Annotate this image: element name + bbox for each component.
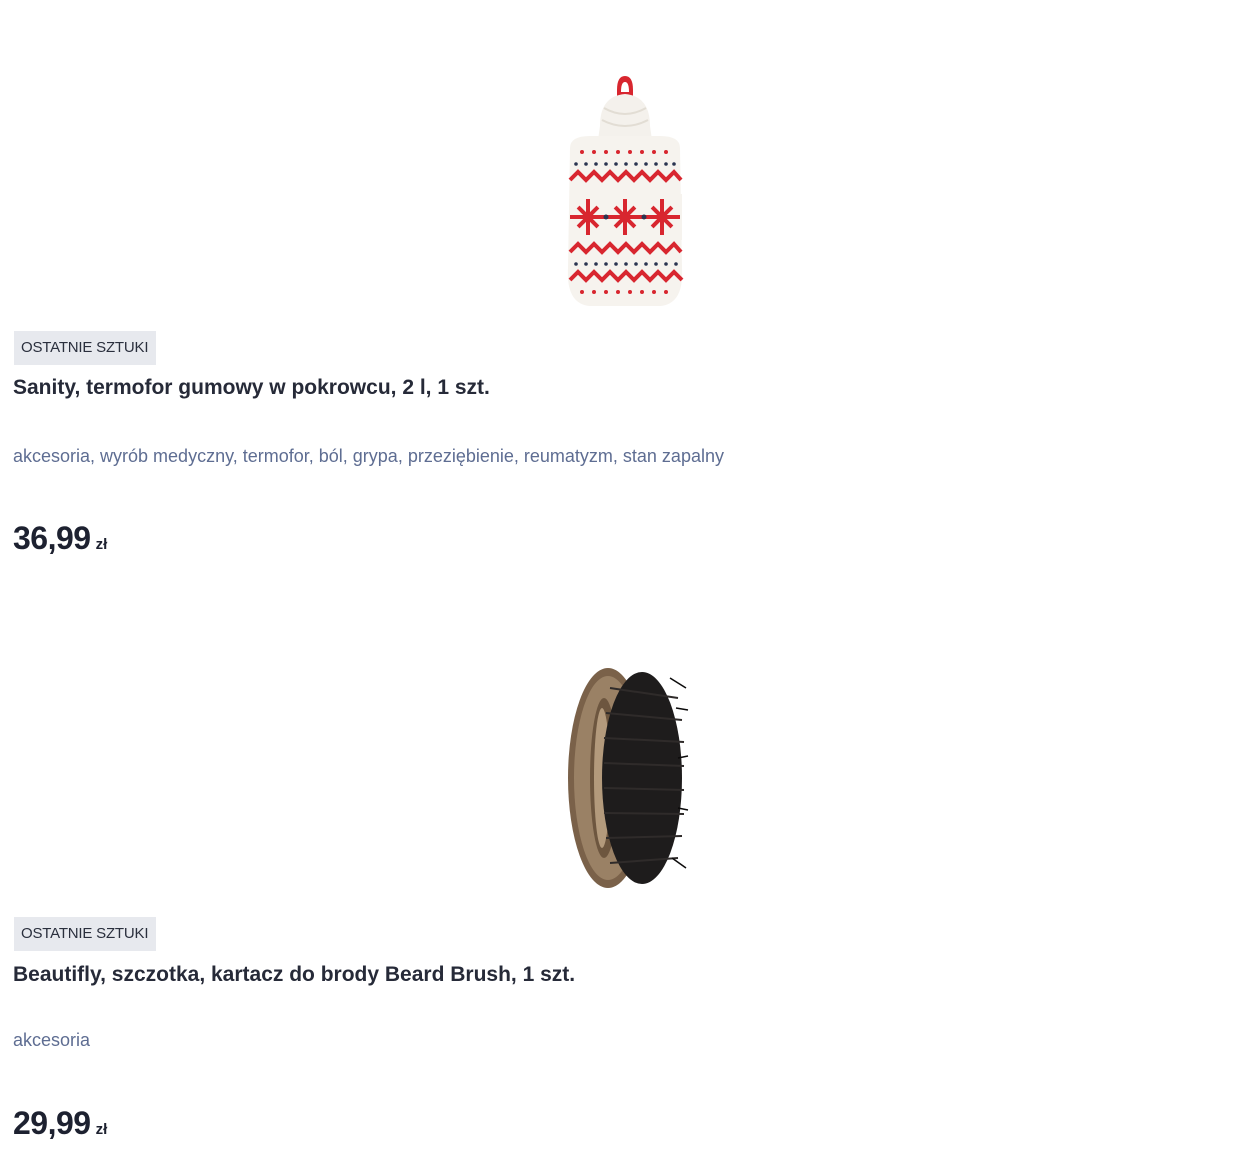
product-title[interactable]: Beautifly, szczotka, kartacz do brody Be…: [13, 963, 575, 987]
status-badge: OSTATNIE SZTUKI: [14, 917, 157, 951]
product-price: 29,99 zł: [13, 1105, 107, 1142]
product-image[interactable]: [0, 658, 1250, 898]
price-currency: zł: [95, 536, 108, 553]
product-image[interactable]: [0, 68, 1250, 313]
product-price: 36,99 zł: [13, 520, 107, 557]
price-value: 36,99: [13, 520, 91, 556]
hot-water-bottle-icon: [567, 76, 684, 306]
beard-brush-icon: [568, 668, 689, 888]
product-tags: akcesoria, wyrób medyczny, termofor, ból…: [13, 446, 724, 466]
price-currency: zł: [95, 1121, 108, 1138]
product-title[interactable]: Sanity, termofor gumowy w pokrowcu, 2 l,…: [13, 376, 490, 400]
price-value: 29,99: [13, 1105, 91, 1141]
status-badge: OSTATNIE SZTUKI: [14, 331, 157, 365]
product-tags: akcesoria: [13, 1030, 91, 1050]
